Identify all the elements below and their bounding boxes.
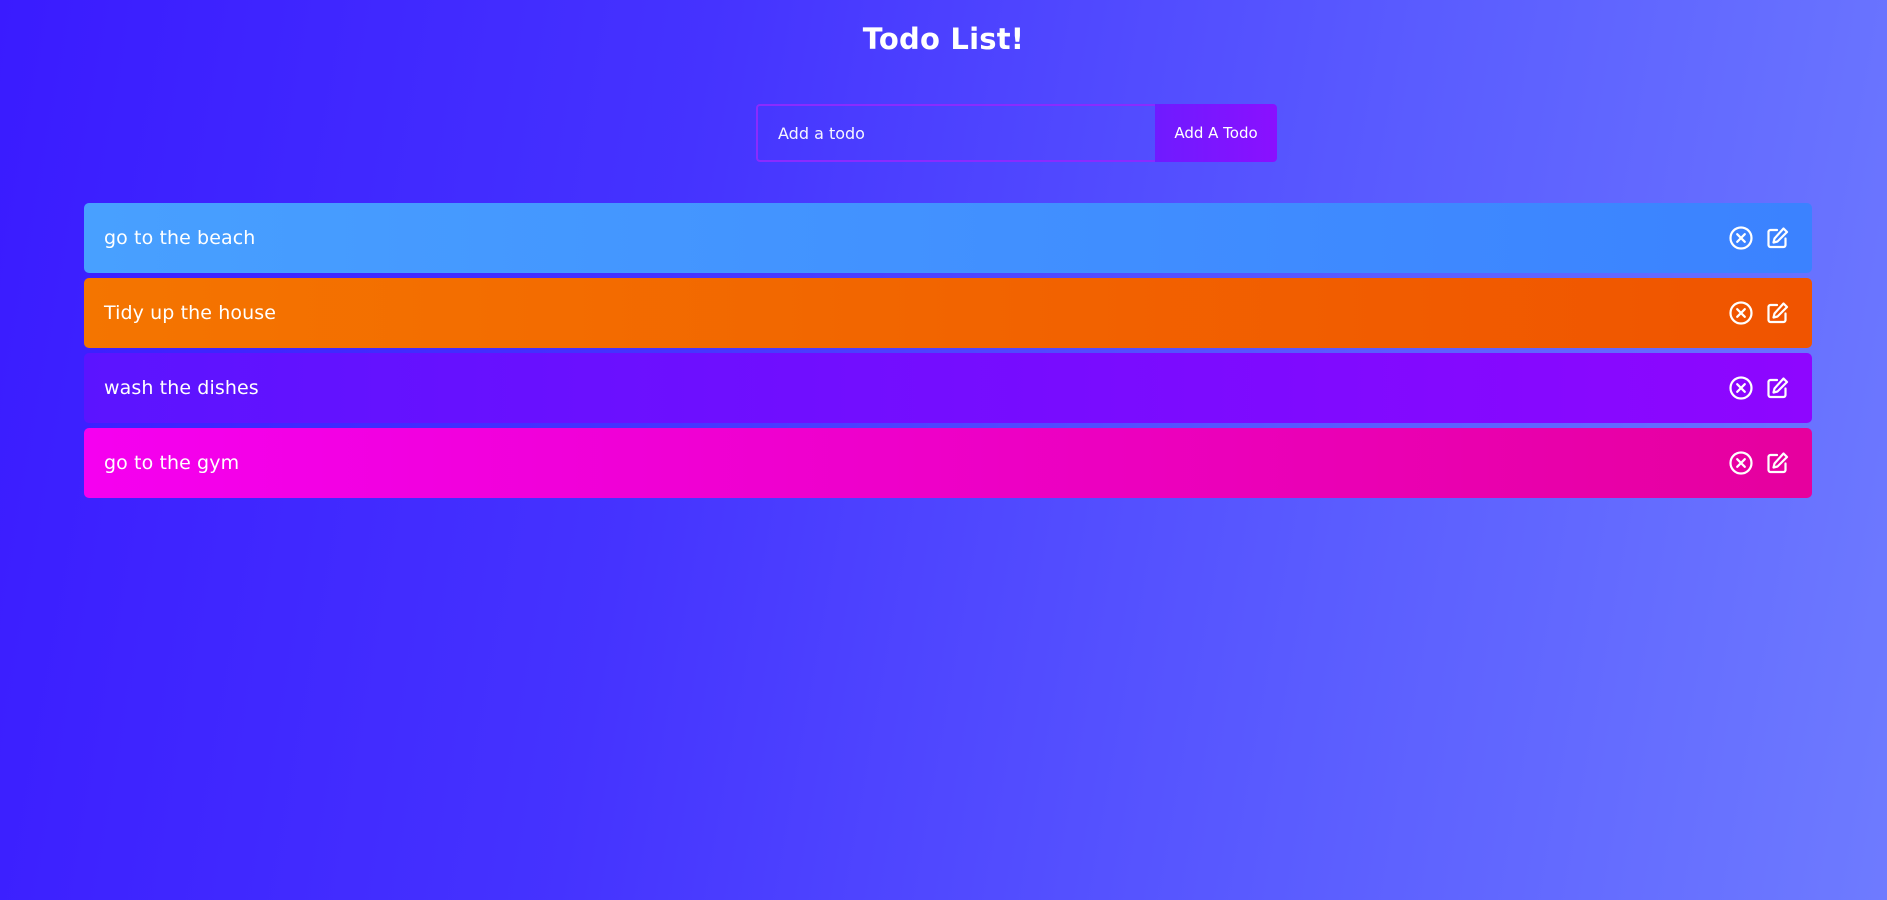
todo-actions	[1728, 300, 1790, 326]
todo-item: go to the gym	[84, 428, 1812, 498]
todo-text[interactable]: go to the beach	[104, 227, 255, 249]
close-circle-icon[interactable]	[1728, 225, 1754, 251]
edit-icon[interactable]	[1764, 450, 1790, 476]
todo-item: Tidy up the house	[84, 278, 1812, 348]
todo-text[interactable]: wash the dishes	[104, 377, 259, 399]
todo-actions	[1728, 375, 1790, 401]
todo-form: Add A Todo	[756, 104, 1277, 162]
todo-actions	[1728, 225, 1790, 251]
todo-item: go to the beach	[84, 203, 1812, 273]
todo-input[interactable]	[756, 104, 1155, 162]
todo-text[interactable]: Tidy up the house	[104, 302, 276, 324]
edit-icon[interactable]	[1764, 300, 1790, 326]
todo-item: wash the dishes	[84, 353, 1812, 423]
todo-actions	[1728, 450, 1790, 476]
edit-icon[interactable]	[1764, 225, 1790, 251]
todo-app: Todo List! Add A Todo go to the beach Ti…	[0, 0, 1887, 900]
todo-text[interactable]: go to the gym	[104, 452, 239, 474]
close-circle-icon[interactable]	[1728, 300, 1754, 326]
close-circle-icon[interactable]	[1728, 450, 1754, 476]
edit-icon[interactable]	[1764, 375, 1790, 401]
add-todo-button[interactable]: Add A Todo	[1155, 104, 1277, 162]
page-title: Todo List!	[862, 22, 1025, 56]
close-circle-icon[interactable]	[1728, 375, 1754, 401]
todo-list: go to the beach Tidy up the house wash t…	[84, 203, 1812, 503]
